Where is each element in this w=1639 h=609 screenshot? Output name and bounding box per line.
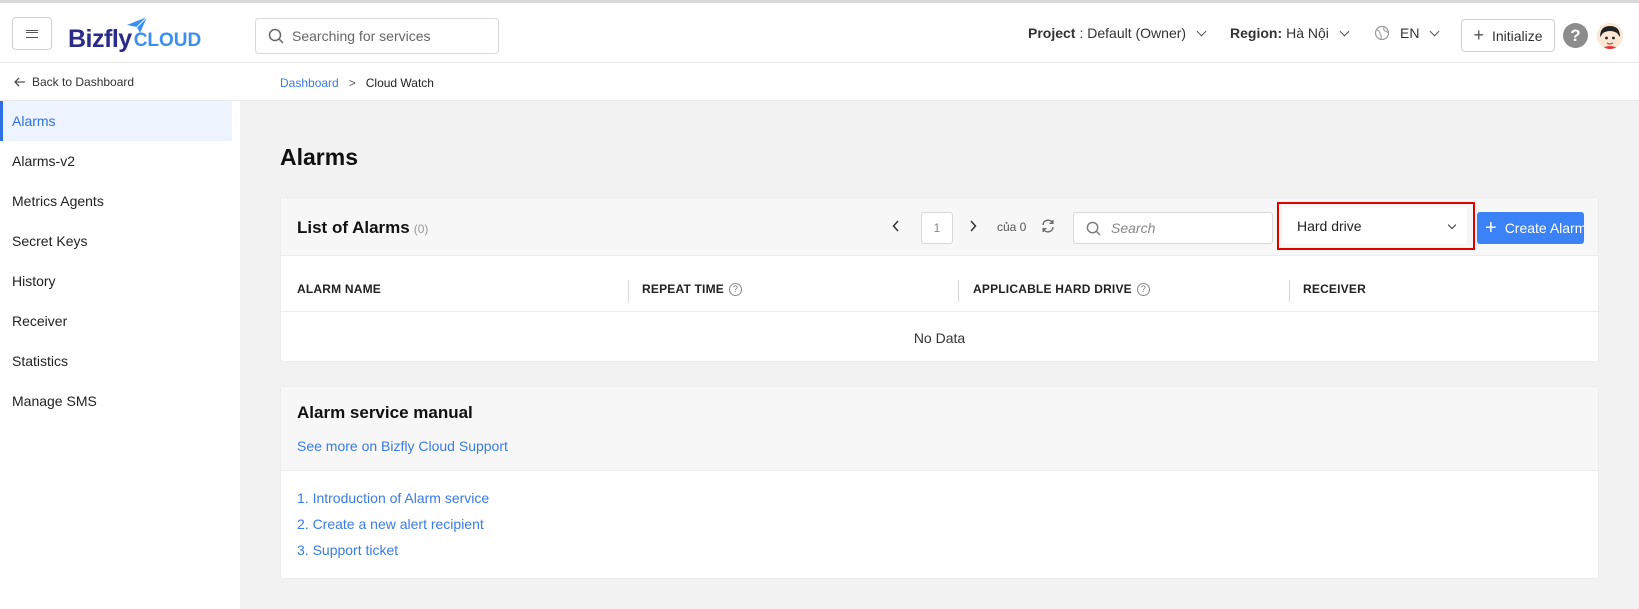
sidebar-item-manage-sms[interactable]: Manage SMS	[0, 381, 232, 421]
logo[interactable]: Bizfly CLOUD	[68, 16, 201, 54]
manual-list: 1. Introduction of Alarm service 2. Crea…	[297, 490, 489, 568]
help-icon[interactable]: ?	[1563, 23, 1588, 48]
alarm-type-value: Hard drive	[1297, 218, 1362, 234]
avatar-image	[1597, 23, 1623, 49]
column-applicable-hard-drive-label: APPLICABLE HARD DRIVE	[973, 282, 1132, 296]
table-header-row: ALARM NAME REPEAT TIME ? APPLICABLE HARD…	[281, 256, 1598, 312]
chevron-down-icon	[1339, 26, 1350, 36]
logo-main: Bizfly	[68, 25, 132, 53]
sidebar-item-alarms[interactable]: Alarms	[0, 101, 232, 141]
service-search-input[interactable]: Searching for services	[255, 18, 499, 54]
question-icon[interactable]: ?	[1136, 282, 1150, 296]
manual-link-create-recipient[interactable]: 2. Create a new alert recipient	[297, 516, 489, 542]
project-value: : Default (Owner)	[1079, 25, 1187, 41]
support-link[interactable]: See more on Bizfly Cloud Support	[297, 438, 508, 454]
column-alarm-name-label: ALARM NAME	[297, 282, 381, 296]
alarm-manual-card: Alarm service manual See more on Bizfly …	[280, 386, 1599, 579]
page-total-text: của 0	[997, 220, 1027, 234]
alarms-list-title: List of Alarms (0)	[297, 218, 428, 238]
sidebar-item-history[interactable]: History	[0, 261, 232, 301]
sidebar-item-metrics-agents[interactable]: Metrics Agents	[0, 181, 232, 221]
menu-button[interactable]	[12, 17, 52, 50]
region-selector[interactable]: Region: Hà Nội	[1230, 25, 1350, 41]
project-selector[interactable]: Project : Default (Owner)	[1028, 25, 1207, 41]
create-alarm-label: Create Alarm	[1504, 220, 1584, 236]
hamburger-icon	[26, 29, 38, 38]
alarms-count: (0)	[413, 222, 429, 236]
question-icon[interactable]: ?	[728, 282, 742, 296]
top-bar: Bizfly CLOUD Searching for services Proj…	[0, 0, 1639, 63]
sidebar-item-secret-keys[interactable]: Secret Keys	[0, 221, 232, 261]
alarm-type-select[interactable]: Hard drive	[1283, 208, 1467, 244]
column-divider	[1289, 280, 1290, 302]
column-repeat-time-label: REPEAT TIME	[642, 282, 724, 296]
language-value: EN	[1400, 25, 1420, 41]
column-header-applicable-hard-drive[interactable]: APPLICABLE HARD DRIVE ?	[973, 282, 1150, 296]
manual-link-support-ticket[interactable]: 3. Support ticket	[297, 542, 489, 568]
breadcrumb-dashboard[interactable]: Dashboard	[280, 76, 339, 90]
column-header-receiver[interactable]: RECEIVER	[1303, 282, 1366, 296]
alarm-search-input[interactable]: Search	[1073, 212, 1273, 244]
arrow-left-icon	[14, 77, 25, 87]
column-divider	[958, 280, 959, 302]
alarms-list-title-text: List of Alarms	[297, 218, 410, 237]
region-label: Region:	[1230, 25, 1283, 41]
column-header-repeat-time[interactable]: REPEAT TIME ?	[642, 282, 742, 296]
sidebar-item-alarms-v2[interactable]: Alarms-v2	[0, 141, 232, 181]
refresh-icon[interactable]	[1040, 218, 1056, 234]
service-search-placeholder: Searching for services	[292, 28, 431, 44]
alarm-search-placeholder: Search	[1111, 220, 1156, 236]
column-header-alarm-name[interactable]: ALARM NAME	[297, 282, 381, 296]
sidebar-item-statistics[interactable]: Statistics	[0, 341, 232, 381]
breadcrumb-separator: >	[348, 76, 356, 90]
back-label: Back to Dashboard	[32, 75, 135, 89]
sidebar-item-receiver[interactable]: Receiver	[0, 301, 232, 341]
breadcrumb: Dashboard > Cloud Watch	[280, 76, 434, 90]
project-label: Project	[1028, 25, 1076, 41]
empty-state-text: No Data	[913, 330, 966, 346]
chevron-down-icon	[1447, 220, 1457, 230]
search-icon	[1086, 221, 1101, 236]
search-icon	[268, 28, 284, 44]
breadcrumb-current: Cloud Watch	[365, 76, 434, 90]
sub-header: Back to Dashboard Dashboard > Cloud Watc…	[0, 63, 1639, 101]
alarms-list-header: List of Alarms (0) 1 của 0 Search Hard dr…	[281, 198, 1598, 256]
initialize-label: Initialize	[1491, 27, 1543, 44]
alarm-manual-title: Alarm service manual	[297, 403, 473, 422]
alarms-list-card: List of Alarms (0) 1 của 0 Search Hard dr…	[280, 197, 1599, 362]
region-value: Hà Nội	[1286, 25, 1329, 41]
initialize-button[interactable]: + Initialize	[1461, 19, 1555, 52]
plus-icon: +	[1485, 217, 1497, 239]
column-divider	[628, 280, 629, 302]
chevron-right-icon[interactable]	[969, 220, 977, 232]
globe-icon	[1374, 25, 1390, 41]
alarm-manual-header: Alarm service manual See more on Bizfly …	[281, 387, 1598, 471]
page-number-input[interactable]: 1	[921, 212, 953, 244]
page-title: Alarms	[280, 144, 358, 170]
avatar[interactable]	[1597, 23, 1623, 49]
chevron-down-icon	[1196, 26, 1207, 36]
chevron-left-icon[interactable]	[892, 220, 900, 232]
create-alarm-button[interactable]: + Create Alarm	[1477, 212, 1584, 244]
chevron-down-icon	[1430, 26, 1440, 36]
back-to-dashboard-link[interactable]: Back to Dashboard	[14, 75, 134, 89]
sidebar: Alarms Alarms-v2 Metrics Agents Secret K…	[0, 101, 240, 609]
paper-plane-icon	[127, 16, 148, 33]
manual-link-introduction[interactable]: 1. Introduction of Alarm service	[297, 490, 489, 516]
column-receiver-label: RECEIVER	[1303, 282, 1366, 296]
plus-icon: +	[1473, 25, 1484, 45]
language-selector[interactable]: EN	[1374, 25, 1440, 41]
